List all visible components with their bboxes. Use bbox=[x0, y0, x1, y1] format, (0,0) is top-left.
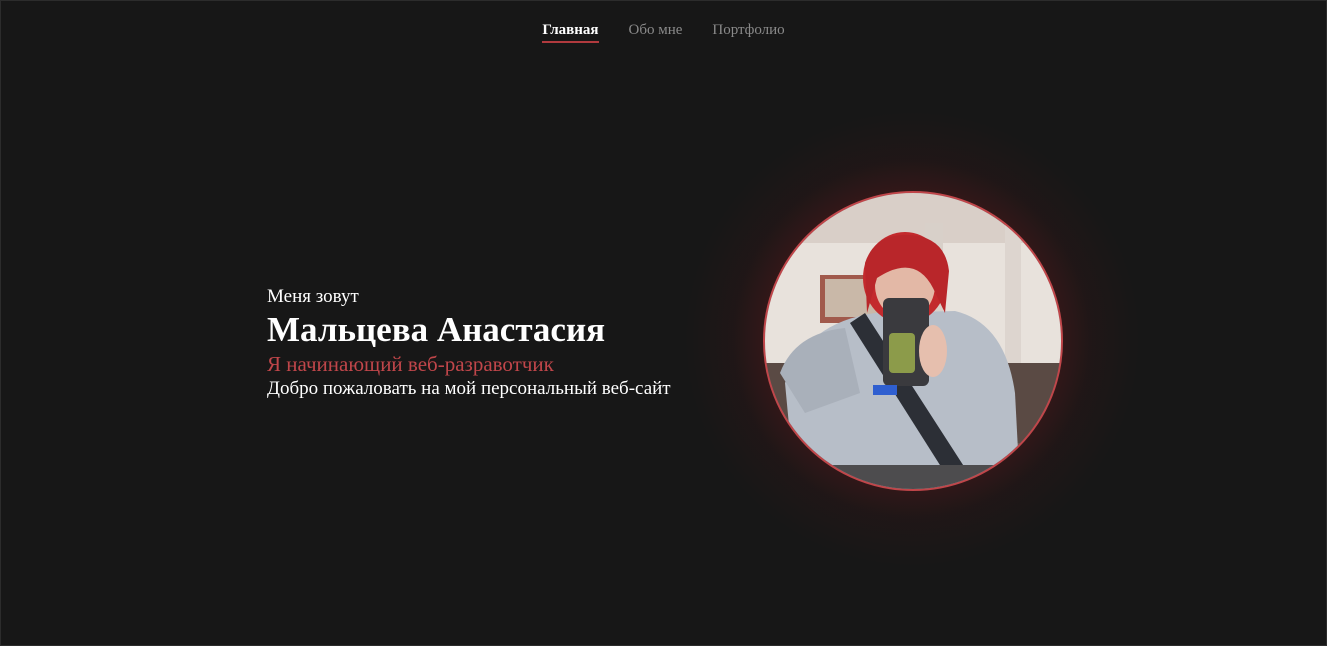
nav-link-home[interactable]: Главная bbox=[542, 21, 599, 43]
profile-photo-image bbox=[765, 193, 1061, 489]
hero-name: Мальцева Анастасия bbox=[267, 310, 606, 349]
hero-role: Я начинающий веб-разравотчик bbox=[267, 352, 554, 376]
main-nav: Главная Обо мне Портфолио bbox=[1, 21, 1326, 43]
profile-photo bbox=[763, 191, 1063, 491]
hero-welcome: Добро пожаловать на мой персональный веб… bbox=[267, 378, 671, 399]
nav-link-about[interactable]: Обо мне bbox=[629, 21, 683, 43]
nav-link-portfolio[interactable]: Портфолио bbox=[712, 21, 784, 43]
hero-intro: Меня зовут Мальцева Анастасия Я начинающ… bbox=[267, 286, 671, 400]
hero-greeting: Меня зовут bbox=[267, 286, 359, 307]
